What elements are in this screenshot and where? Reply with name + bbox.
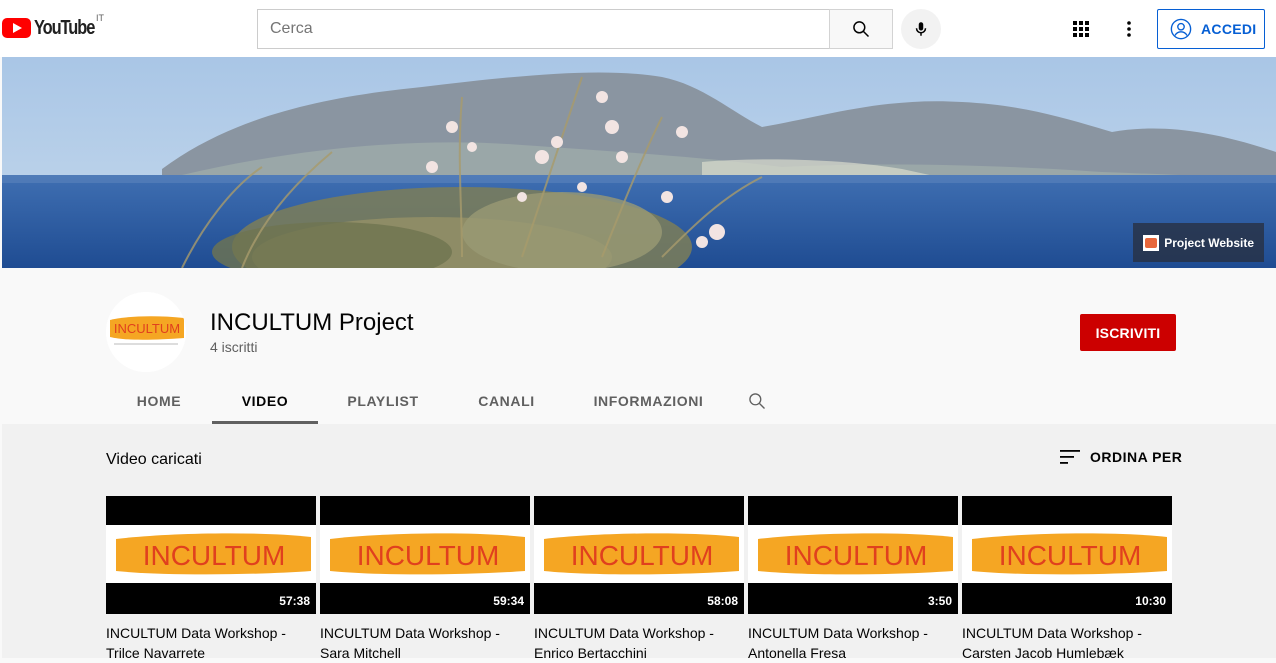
thumbnail-image: INCULTUM <box>320 525 530 583</box>
tab-informazioni[interactable]: INFORMAZIONI <box>565 378 732 424</box>
video-card[interactable]: INCULTUM 58:08 INCULTUM Data Workshop - … <box>534 496 744 663</box>
apps-button[interactable] <box>1066 14 1096 44</box>
video-title-line1: INCULTUM Data Workshop - <box>534 625 714 641</box>
channel-name: INCULTUM Project <box>210 309 414 336</box>
video-card[interactable]: INCULTUM 3:50 INCULTUM Data Workshop - A… <box>748 496 958 663</box>
video-duration: 57:38 <box>279 594 310 608</box>
thumbnail-image: INCULTUM <box>748 525 958 583</box>
section-title: Video caricati <box>106 451 202 468</box>
channel-search-icon <box>749 393 765 409</box>
video-thumbnail[interactable]: INCULTUM 59:34 <box>320 496 530 614</box>
video-thumbnail[interactable]: INCULTUM 57:38 <box>106 496 316 614</box>
video-duration: 3:50 <box>927 594 952 608</box>
project-website-link[interactable]: Project Website <box>1133 223 1264 262</box>
subscriber-count: 4 iscritti <box>210 339 258 355</box>
video-card[interactable]: INCULTUM 57:38 INCULTUM Data Workshop - … <box>106 496 316 663</box>
video-card[interactable]: INCULTUM 59:34 INCULTUM Data Workshop - … <box>320 496 530 663</box>
youtube-wordmark: YouTube <box>34 16 95 39</box>
apps-icon <box>1073 21 1089 37</box>
settings-menu-button[interactable] <box>1114 14 1144 44</box>
video-grid: INCULTUM 57:38 INCULTUM Data Workshop - … <box>106 496 1176 663</box>
video-title[interactable]: INCULTUM Data Workshop - Sara Mitchell <box>320 623 520 663</box>
video-title[interactable]: INCULTUM Data Workshop - Enrico Bertacch… <box>534 623 734 663</box>
sort-label: ORDINA PER <box>1090 449 1183 465</box>
video-thumbnail[interactable]: INCULTUM 10:30 <box>962 496 1172 614</box>
signin-button[interactable]: ACCEDI <box>1157 9 1265 49</box>
video-duration: 58:08 <box>707 594 738 608</box>
youtube-logo[interactable]: YouTube <box>2 17 107 39</box>
channel-search-button[interactable] <box>732 378 782 424</box>
voice-search-button[interactable] <box>901 9 941 49</box>
avatar-logo-text: INCULTUM <box>114 321 180 336</box>
thumbnail-logo-text: INCULTUM <box>143 540 286 571</box>
video-title-line1: INCULTUM Data Workshop - <box>748 625 928 641</box>
tab-video[interactable]: VIDEO <box>212 378 318 424</box>
video-duration: 10:30 <box>1135 594 1166 608</box>
video-thumbnail[interactable]: INCULTUM 58:08 <box>534 496 744 614</box>
more-vert-icon <box>1127 21 1131 37</box>
search-input[interactable]: Cerca <box>257 9 830 49</box>
thumbnail-image: INCULTUM <box>962 525 1172 583</box>
tab-playlist[interactable]: PLAYLIST <box>318 378 448 424</box>
mic-icon <box>915 22 927 36</box>
video-duration: 59:34 <box>493 594 524 608</box>
incultum-logo-icon: INCULTUM <box>106 292 186 372</box>
thumbnail-logo-text: INCULTUM <box>571 540 714 571</box>
search-icon <box>853 21 870 38</box>
channel-avatar[interactable]: INCULTUM <box>106 292 186 372</box>
thumbnail-image: INCULTUM <box>106 525 316 583</box>
signin-label: ACCEDI <box>1201 21 1257 37</box>
subscribe-button[interactable]: ISCRIVITI <box>1080 314 1176 351</box>
sort-icon <box>1060 450 1080 464</box>
video-title[interactable]: INCULTUM Data Workshop - Carsten Jacob H… <box>962 623 1162 663</box>
thumbnail-logo-text: INCULTUM <box>357 540 500 571</box>
search-button[interactable] <box>829 9 893 49</box>
video-title-line2: Sara Mitchell <box>320 645 401 661</box>
banner-image <box>2 57 1276 268</box>
video-title-line2: Trilce Navarrete <box>106 645 206 661</box>
thumbnail-image: INCULTUM <box>534 525 744 583</box>
video-card[interactable]: INCULTUM 10:30 INCULTUM Data Workshop - … <box>962 496 1172 663</box>
search-placeholder: Cerca <box>270 20 313 37</box>
video-title-line1: INCULTUM Data Workshop - <box>106 625 286 641</box>
masthead: YouTube IT Cerca ACCEDI <box>0 0 1276 57</box>
sort-button[interactable]: ORDINA PER <box>1060 449 1182 465</box>
website-favicon-icon <box>1143 234 1160 251</box>
channel-tabs: HOME VIDEO PLAYLIST CANALI INFORMAZIONI <box>106 378 782 424</box>
youtube-logo-icon <box>2 18 31 38</box>
video-title-line2: Carsten Jacob Humlebæk <box>962 645 1124 661</box>
video-title[interactable]: INCULTUM Data Workshop - Trilce Navarret… <box>106 623 306 663</box>
video-thumbnail[interactable]: INCULTUM 3:50 <box>748 496 958 614</box>
channel-banner: Project Website <box>2 57 1276 268</box>
video-title-line2: Enrico Bertacchini <box>534 645 647 661</box>
video-title[interactable]: INCULTUM Data Workshop - Antonella Fresa <box>748 623 948 663</box>
account-icon <box>1170 18 1192 40</box>
project-website-label: Project Website <box>1164 235 1254 250</box>
thumbnail-logo-text: INCULTUM <box>999 540 1142 571</box>
country-code: IT <box>96 13 104 23</box>
thumbnail-logo-text: INCULTUM <box>785 540 928 571</box>
video-title-line1: INCULTUM Data Workshop - <box>320 625 500 641</box>
video-title-line1: INCULTUM Data Workshop - <box>962 625 1142 641</box>
tab-home[interactable]: HOME <box>106 378 212 424</box>
video-title-line2: Antonella Fresa <box>748 645 847 661</box>
channel-header: INCULTUM INCULTUM Project 4 iscritti ISC… <box>2 268 1276 424</box>
videos-section: Video caricati ORDINA PER INCULTUM 57:38… <box>2 424 1276 661</box>
tab-canali[interactable]: CANALI <box>448 378 565 424</box>
